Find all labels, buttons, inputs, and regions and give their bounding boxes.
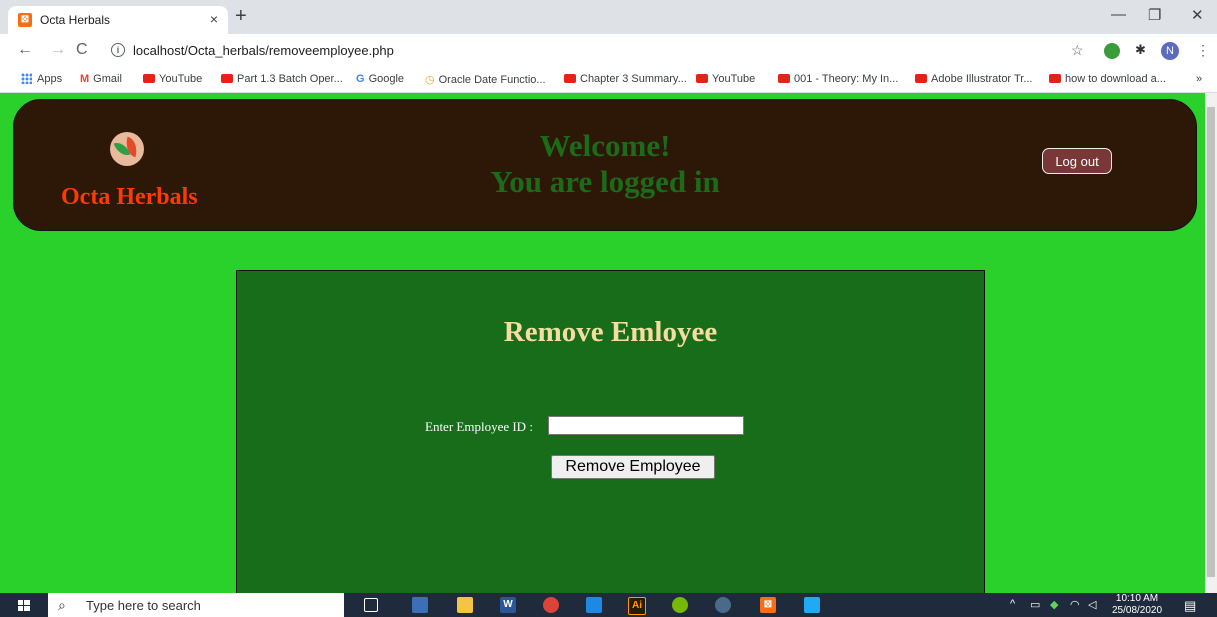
- bookmark-apps[interactable]: Apps: [21, 72, 62, 85]
- page-viewport: Octa Herbals Welcome! You are logged in …: [0, 93, 1205, 593]
- volume-icon[interactable]: ◁: [1088, 598, 1096, 611]
- youtube-icon: [564, 73, 576, 83]
- tray-chevron-icon[interactable]: ^: [1010, 598, 1015, 610]
- youtube-icon: [915, 73, 927, 83]
- tab-strip: ⊠ Octa Herbals × + — ❐ ✕: [0, 0, 1217, 34]
- bookmark-part-1-3[interactable]: Part 1.3 Batch Oper...: [221, 73, 343, 85]
- apps-icon: [21, 72, 32, 84]
- bookmark-youtube[interactable]: YouTube: [143, 73, 202, 85]
- browser-toolbar: ← → C i localhost/Octa_herbals/removeemp…: [0, 34, 1217, 68]
- scrollbar-thumb[interactable]: [1207, 107, 1215, 577]
- search-placeholder: Type here to search: [86, 598, 201, 613]
- app-icon[interactable]: [586, 597, 602, 613]
- illustrator-icon[interactable]: Ai: [628, 597, 646, 615]
- youtube-icon: [143, 73, 155, 83]
- remove-employee-panel: Remove Emloyee Enter Employee ID : Remov…: [236, 270, 985, 593]
- welcome-message: Welcome! You are logged in: [14, 128, 1196, 200]
- bookmark-001-theory[interactable]: 001 - Theory: My In...: [778, 73, 898, 85]
- welcome-line: Welcome!: [539, 128, 671, 163]
- windows-taskbar: ⌕ Type here to search W Ai ⊠ ^ ▭ ◆ ◠ ◁ 1…: [0, 593, 1217, 617]
- url-text: localhost/Octa_herbals/removeemployee.ph…: [133, 43, 394, 58]
- xampp-favicon-icon: ⊠: [18, 13, 32, 27]
- more-bookmarks-icon[interactable]: »: [1196, 73, 1202, 85]
- notification-icon[interactable]: ▤: [1184, 598, 1196, 614]
- bookmark-google[interactable]: G Google: [356, 73, 404, 85]
- employee-id-input[interactable]: [548, 416, 744, 435]
- wifi-icon[interactable]: ◠: [1070, 598, 1080, 611]
- clock-time: 10:10 AM: [1115, 593, 1159, 604]
- youtube-icon: [1049, 73, 1061, 83]
- taskbar-clock[interactable]: 10:10 AM 25/08/2020: [1112, 593, 1162, 617]
- chrome-profile-icon[interactable]: [715, 597, 731, 613]
- battery-icon[interactable]: ▭: [1030, 598, 1040, 611]
- reload-icon[interactable]: C: [76, 42, 88, 58]
- snipping-tool-icon[interactable]: [412, 597, 428, 613]
- windows-start-icon[interactable]: [18, 600, 30, 611]
- tab-title: Octa Herbals: [40, 13, 111, 27]
- bookmark-star-icon[interactable]: ☆: [1071, 42, 1084, 58]
- youtube-icon: [778, 73, 790, 83]
- bookmarks-bar: Apps M Gmail YouTube Part 1.3 Batch Oper.…: [0, 68, 1217, 93]
- oracle-icon: ◷: [425, 74, 435, 86]
- remove-employee-button[interactable]: Remove Employee: [551, 455, 715, 479]
- chrome-icon[interactable]: [543, 597, 559, 613]
- puzzle-icon[interactable]: ✱: [1135, 42, 1146, 58]
- site-info-icon[interactable]: i: [111, 43, 125, 57]
- network-app-icon[interactable]: ◆: [1050, 598, 1058, 611]
- tab-close-icon[interactable]: ×: [210, 11, 218, 27]
- vscode-icon[interactable]: [804, 597, 820, 613]
- file-explorer-icon[interactable]: [457, 597, 473, 613]
- bookmark-youtube-2[interactable]: YouTube: [696, 73, 755, 85]
- forward-icon[interactable]: →: [50, 42, 66, 58]
- browser-tab[interactable]: ⊠ Octa Herbals ×: [8, 6, 228, 34]
- employee-id-label: Enter Employee ID :: [425, 419, 533, 434]
- menu-icon[interactable]: ⋮: [1196, 42, 1210, 58]
- youtube-icon: [696, 73, 708, 83]
- address-bar[interactable]: i localhost/Octa_herbals/removeemployee.…: [101, 38, 1061, 64]
- bookmark-gmail[interactable]: M Gmail: [80, 73, 122, 85]
- youtube-icon: [221, 73, 233, 83]
- xampp-icon[interactable]: ⊠: [760, 597, 776, 613]
- minimize-icon[interactable]: —: [1111, 6, 1126, 23]
- gmail-icon: M: [80, 73, 90, 85]
- new-tab-button[interactable]: +: [235, 6, 247, 26]
- utorrent-icon[interactable]: [672, 597, 688, 613]
- search-icon: ⌕: [58, 597, 66, 613]
- profile-avatar[interactable]: N: [1161, 42, 1179, 60]
- page-scrollbar[interactable]: [1205, 93, 1217, 593]
- extension-icon[interactable]: [1104, 43, 1120, 59]
- clock-date: 25/08/2020: [1112, 605, 1163, 616]
- word-icon[interactable]: W: [500, 597, 516, 613]
- task-view-icon[interactable]: [364, 598, 378, 612]
- page-title: Remove Emloyee: [503, 316, 718, 348]
- bookmark-chapter-3[interactable]: Chapter 3 Summary...: [564, 73, 687, 85]
- bookmark-adobe[interactable]: Adobe Illustrator Tr...: [915, 73, 1033, 85]
- logged-in-line: You are logged in: [490, 164, 720, 199]
- bookmark-how-to-download[interactable]: how to download a...: [1049, 73, 1166, 85]
- logout-button[interactable]: Log out: [1042, 148, 1112, 174]
- close-window-icon[interactable]: ✕: [1191, 6, 1204, 24]
- google-icon: G: [356, 73, 365, 85]
- restore-icon[interactable]: ❐: [1148, 6, 1161, 24]
- back-icon[interactable]: ←: [17, 42, 33, 58]
- taskbar-search[interactable]: ⌕ Type here to search: [48, 593, 344, 617]
- site-header: Octa Herbals Welcome! You are logged in …: [13, 99, 1197, 231]
- bookmark-oracle[interactable]: ◷ Oracle Date Functio...: [425, 73, 546, 86]
